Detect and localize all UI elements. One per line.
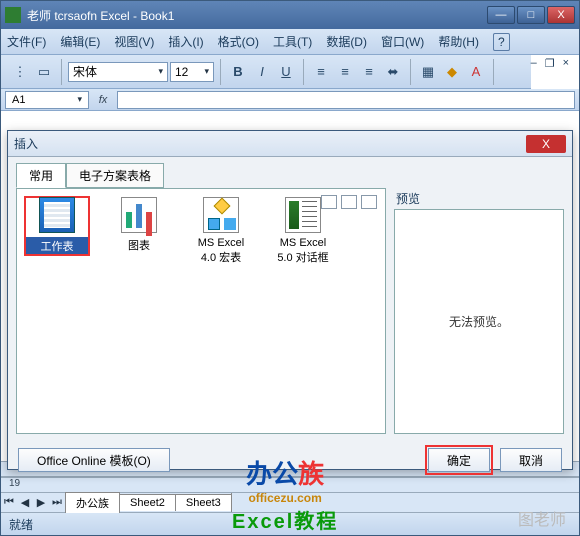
font-color-icon[interactable]: A	[465, 61, 487, 83]
excel-icon	[5, 7, 21, 23]
status-bar: 就绪	[1, 513, 579, 535]
maximize-button[interactable]: □	[517, 6, 545, 24]
menubar: 文件(F) 编辑(E) 视图(V) 插入(I) 格式(O) 工具(T) 数据(D…	[1, 29, 579, 55]
child-restore[interactable]: ❐	[545, 57, 555, 70]
menu-insert[interactable]: 插入(I)	[168, 33, 203, 50]
fill-color-icon[interactable]: ◆	[441, 61, 463, 83]
menu-edit[interactable]: 编辑(E)	[60, 33, 100, 50]
dialog-item-list: 工作表 图表 MS Excel 4.0 宏表 MS Excel 5.0 对话框	[16, 188, 386, 434]
hscroll[interactable]	[231, 493, 579, 512]
view-large-icon[interactable]	[321, 195, 337, 209]
no-preview-text: 无法预览。	[449, 313, 509, 330]
preview-label: 预览	[394, 188, 564, 209]
minimize-button[interactable]: —	[487, 6, 515, 24]
dialog-tabs: 常用 电子方案表格	[8, 157, 572, 188]
fx-icon[interactable]: fx	[93, 94, 113, 106]
align-right-icon[interactable]: ≡	[358, 61, 380, 83]
cancel-button[interactable]: 取消	[500, 448, 562, 472]
help-question[interactable]: ?	[493, 33, 510, 51]
tab-spreadsheets[interactable]: 电子方案表格	[66, 163, 164, 188]
worksheet-icon	[39, 197, 75, 233]
child-close[interactable]: ×	[563, 57, 569, 70]
macro-icon	[203, 197, 239, 233]
formula-input[interactable]	[117, 91, 575, 109]
tab-next-icon[interactable]: ▶	[33, 496, 49, 509]
dialog-sheet-icon	[285, 197, 321, 233]
dialog-titlebar[interactable]: 插入 X	[8, 131, 572, 157]
align-left-icon[interactable]: ≡	[310, 61, 332, 83]
close-button[interactable]: X	[547, 6, 575, 24]
font-select[interactable]: 宋体▾	[68, 62, 168, 82]
dialog-title: 插入	[14, 135, 526, 152]
name-box[interactable]: A1▾	[5, 91, 89, 109]
tab-last-icon[interactable]: ⏭	[49, 496, 65, 509]
child-minimize[interactable]: –	[531, 57, 537, 70]
bold-button[interactable]: B	[227, 61, 249, 83]
formula-bar: A1▾ fx	[1, 89, 579, 111]
underline-button[interactable]: U	[275, 61, 297, 83]
handle-icon[interactable]: ⋮	[9, 61, 31, 83]
borders-icon[interactable]: ▦	[417, 61, 439, 83]
size-select[interactable]: 12▾	[170, 62, 214, 82]
menu-window[interactable]: 窗口(W)	[381, 33, 424, 50]
menu-data[interactable]: 数据(D)	[326, 33, 367, 50]
menu-view[interactable]: 视图(V)	[114, 33, 154, 50]
child-window-controls: – ❐ ×	[531, 55, 579, 70]
italic-button[interactable]: I	[251, 61, 273, 83]
view-list-icon[interactable]	[341, 195, 357, 209]
sheet-tab-3[interactable]: Sheet3	[175, 494, 232, 511]
preview-pane: 无法预览。	[394, 209, 564, 434]
chart-icon	[121, 197, 157, 233]
item-chart[interactable]: 图表	[107, 197, 171, 253]
menu-format[interactable]: 格式(O)	[218, 33, 259, 50]
ok-button[interactable]: 确定	[428, 448, 490, 472]
menu-tools[interactable]: 工具(T)	[273, 33, 312, 50]
item-worksheet[interactable]: 工作表	[25, 197, 89, 255]
titlebar[interactable]: 老师 tcrsaofn Excel - Book1 — □ X	[1, 1, 579, 29]
status-text: 就绪	[9, 516, 33, 533]
item-macro-sheet[interactable]: MS Excel 4.0 宏表	[189, 197, 253, 265]
merge-icon[interactable]: ⬌	[382, 61, 404, 83]
menu-file[interactable]: 文件(F)	[7, 33, 46, 50]
new-icon[interactable]: ▭	[33, 61, 55, 83]
align-center-icon[interactable]: ≡	[334, 61, 356, 83]
toolbar: ⋮ ▭ 宋体▾ 12▾ B I U ≡ ≡ ≡ ⬌ ▦ ◆ A	[1, 55, 531, 89]
dialog-close-button[interactable]: X	[526, 135, 566, 153]
sheet-tabstrip: ⏮ ◀ ▶ ⏭ 办公族 Sheet2 Sheet3	[1, 493, 579, 513]
sheet-tab-1[interactable]: 办公族	[65, 492, 120, 513]
insert-dialog: 插入 X 常用 电子方案表格 工作表 图表	[7, 130, 573, 470]
tab-prev-icon[interactable]: ◀	[17, 496, 33, 509]
view-detail-icon[interactable]	[361, 195, 377, 209]
tab-common[interactable]: 常用	[16, 163, 66, 188]
tab-first-icon[interactable]: ⏮	[1, 496, 17, 509]
window-title: 老师 tcrsaofn Excel - Book1	[27, 7, 487, 24]
menu-help[interactable]: 帮助(H)	[438, 33, 479, 50]
office-online-button[interactable]: Office Online 模板(O)	[18, 448, 170, 472]
sheet-tab-2[interactable]: Sheet2	[119, 494, 176, 511]
